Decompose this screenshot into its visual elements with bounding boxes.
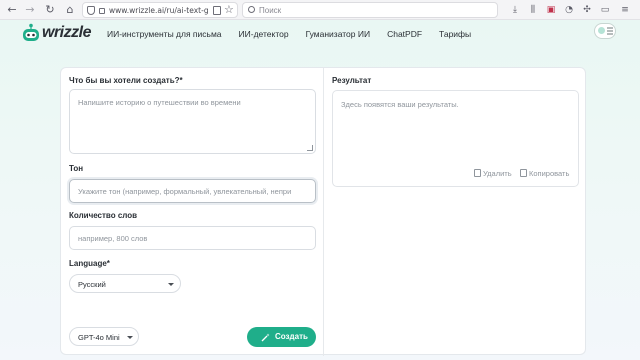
menu-lines-icon: [607, 27, 613, 35]
sidebar-icon[interactable]: ▭: [598, 2, 612, 18]
nav-pricing[interactable]: Тарифы: [439, 29, 471, 39]
word-count-placeholder: например, 800 слов: [78, 234, 148, 243]
generator-card: Что бы вы хотели создать?* Напишите исто…: [60, 67, 586, 356]
chevron-down-icon: [168, 283, 174, 286]
resize-handle-icon[interactable]: [307, 145, 313, 151]
site-page: wrizzle ИИ-инструменты для письма ИИ-дет…: [0, 20, 640, 360]
magic-wand-icon: [261, 333, 270, 342]
browser-search-placeholder: Поиск: [259, 6, 282, 15]
lock-icon[interactable]: [99, 8, 105, 14]
browser-toolbar: ← → ↻ ⌂ www.wrizzle.ai/ru/ai-text-gene ☆…: [0, 0, 640, 20]
chevron-down-icon: [127, 336, 133, 339]
url-text[interactable]: www.wrizzle.ai/ru/ai-text-gene: [109, 5, 209, 16]
reload-icon[interactable]: ↻: [42, 2, 58, 18]
model-select[interactable]: GPT-4o Mini: [69, 327, 139, 346]
back-icon[interactable]: ←: [4, 2, 20, 18]
prompt-label: Что бы вы хотели создать?*: [69, 76, 183, 85]
copy-button[interactable]: Копировать: [529, 169, 569, 178]
extension-icon[interactable]: ▣: [544, 2, 558, 18]
result-placeholder: Здесь появятся ваши результаты.: [341, 100, 459, 109]
word-count-input[interactable]: например, 800 слов: [69, 226, 316, 250]
language-label: Language*: [69, 259, 110, 268]
language-select[interactable]: Русский: [69, 274, 181, 293]
delete-button[interactable]: Удалить: [483, 169, 512, 178]
tone-placeholder: Укажите тон (например, формальный, увлек…: [78, 187, 292, 196]
result-output: Здесь появятся ваши результаты. Удалить …: [332, 90, 579, 187]
trash-icon[interactable]: [474, 169, 481, 177]
word-count-label: Количество слов: [69, 211, 138, 220]
create-button-label: Создать: [275, 332, 308, 341]
tone-input[interactable]: Укажите тон (например, формальный, увлек…: [69, 179, 316, 203]
logo-text[interactable]: wrizzle: [42, 24, 91, 42]
bookmark-star-icon[interactable]: ☆: [224, 2, 234, 18]
user-menu-button[interactable]: [594, 23, 616, 39]
reader-view-icon[interactable]: [213, 6, 221, 15]
address-bar[interactable]: www.wrizzle.ai/ru/ai-text-gene: [82, 2, 238, 18]
language-value: Русский: [78, 280, 106, 289]
copy-icon[interactable]: [520, 169, 527, 177]
nav-ai-writing-tools[interactable]: ИИ-инструменты для письма: [107, 29, 222, 39]
menu-icon[interactable]: ≡: [618, 2, 632, 18]
avatar: [598, 27, 605, 34]
prompt-placeholder: Напишите историю о путешествии во времен…: [78, 98, 241, 107]
nav-ai-detector[interactable]: ИИ-детектор: [239, 29, 289, 39]
top-navigation: ИИ-инструменты для письма ИИ-детектор Гу…: [107, 29, 471, 39]
robot-logo-icon[interactable]: [22, 23, 40, 45]
download-icon[interactable]: ⤓: [508, 2, 522, 18]
browser-search-input[interactable]: Поиск: [242, 2, 498, 18]
forward-icon[interactable]: →: [22, 2, 38, 18]
model-value: GPT-4o Mini: [78, 333, 120, 342]
account-icon[interactable]: ◔: [562, 2, 576, 18]
panel-divider: [323, 68, 324, 356]
home-icon[interactable]: ⌂: [62, 2, 78, 18]
tone-label: Тон: [69, 164, 84, 173]
nav-ai-humanizer[interactable]: Гуманизатор ИИ: [306, 29, 370, 39]
nav-chatpdf[interactable]: ChatPDF: [387, 29, 422, 39]
addons-icon[interactable]: ✣: [580, 2, 594, 18]
search-icon: [248, 6, 255, 13]
library-icon[interactable]: ⫼: [526, 2, 540, 18]
shield-icon[interactable]: [87, 6, 95, 15]
create-button[interactable]: Создать: [247, 327, 316, 347]
result-label: Результат: [332, 76, 372, 85]
prompt-textarea[interactable]: Напишите историю о путешествии во времен…: [69, 89, 316, 154]
